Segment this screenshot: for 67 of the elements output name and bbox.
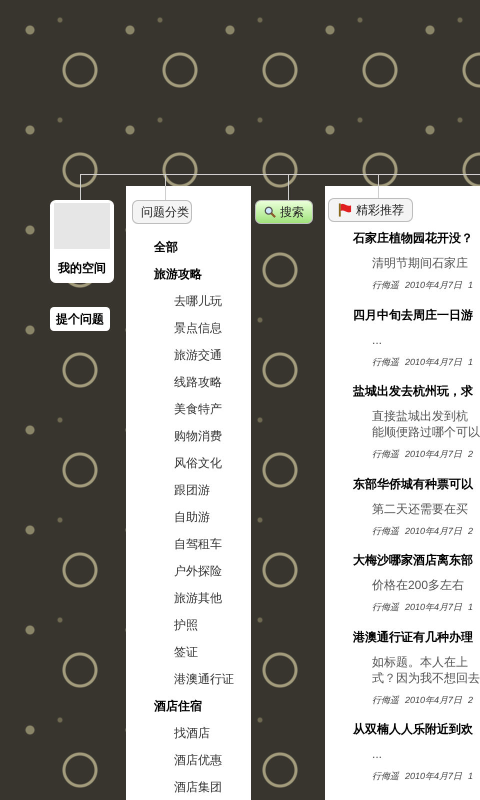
my-space-label: 我的空间 [58,260,106,277]
category-item[interactable]: 旅游交通 [126,341,251,368]
photo-placeholder [54,203,110,249]
category-heading[interactable]: 酒店住宿 [126,692,251,719]
answer-count: 1 [468,279,474,292]
question-title[interactable]: 盐城出发去杭州玩，求 [353,383,480,399]
post-date: 2010年4月7日 [405,601,462,614]
category-item[interactable]: 自助游 [126,503,251,530]
post-date: 2010年4月7日 [405,448,462,461]
author-name[interactable]: 行侮遥 [372,694,399,707]
answer-count: 1 [468,770,474,783]
category-item[interactable]: 签证 [126,638,251,665]
category-item[interactable]: 购物消费 [126,422,251,449]
post-date: 2010年4月7日 [405,770,462,783]
category-item[interactable]: 酒店集团 [126,773,251,800]
category-item[interactable]: 景点信息 [126,314,251,341]
question-excerpt: 能顺便路过哪个可以 [372,424,480,440]
question-excerpt: 第二天还需要在买 [372,500,469,516]
question-excerpt: ... [372,746,384,762]
post-date: 2010年4月7日 [405,279,462,292]
category-item[interactable]: 线路攻略 [126,368,251,395]
ask-question-button[interactable]: 提个问题 [50,307,110,331]
category-item[interactable]: 户外探险 [126,557,251,584]
question-title[interactable]: 东部华侨城有种票可以 [353,476,480,492]
answer-count: 2 [468,524,474,538]
question-title[interactable]: 大梅沙哪家酒店离东部 [353,552,480,568]
category-item[interactable]: 旅游其他 [126,584,251,611]
category-item[interactable]: 找酒店 [126,719,251,746]
question-excerpt: 清明节期间石家庄 [372,255,469,271]
category-item[interactable]: 港澳通行证 [126,665,251,692]
answer-count: 1 [468,356,474,368]
category-heading[interactable]: 旅游攻略 [126,260,251,287]
question-excerpt: ... [372,332,384,348]
my-space-card[interactable]: 我的空间 [50,200,114,283]
author-name[interactable]: 行侮遥 [372,356,399,369]
category-item[interactable]: 酒店优惠 [126,746,251,773]
post-date: 2010年4月7日 [405,694,462,706]
answer-count: 2 [468,694,474,706]
question-title[interactable]: 港澳通行证有几种办理 [353,628,480,644]
question-excerpt: 如标题。本人在上 [372,654,469,670]
question-excerpt: 直接盐城出发到杭 [372,408,469,424]
category-item[interactable]: 美食特产 [126,395,251,422]
category-item[interactable]: 自驾租车 [126,530,251,557]
answer-count: 2 [468,448,474,461]
question-excerpt: 式？因为我不想回去 [372,670,480,686]
category-heading[interactable]: 全部 [126,233,251,260]
search-icon [264,205,276,219]
post-date: 2010年4月7日 [405,356,462,368]
author-name[interactable]: 行侮遥 [372,279,399,292]
post-date: 2010年4月7日 [405,524,462,538]
question-title[interactable]: 四月中旬去周庄一日游 [353,306,480,322]
question-title[interactable]: 从双楠人人乐附近到欢 [353,721,480,737]
author-name[interactable]: 行侮遥 [372,448,399,462]
question-excerpt: 价格在200多左右 [372,577,466,593]
search-button[interactable]: 搜索 [254,200,313,224]
category-item[interactable]: 跟团游 [126,476,251,503]
author-name[interactable]: 行侮遥 [372,770,399,784]
featured-tag[interactable]: 精彩推荐 [328,198,413,222]
author-name[interactable]: 行侮遥 [372,524,399,538]
category-item[interactable]: 去哪儿玩 [126,287,251,314]
flag-icon [337,202,352,218]
category-item[interactable]: 护照 [126,611,251,638]
answer-count: 1 [468,601,474,614]
category-item[interactable]: 风俗文化 [126,449,251,476]
author-name[interactable]: 行侮遥 [372,601,399,614]
question-title[interactable]: 石家庄植物园花开没？ [353,230,480,246]
category-tag[interactable]: 问题分类 [132,200,192,224]
